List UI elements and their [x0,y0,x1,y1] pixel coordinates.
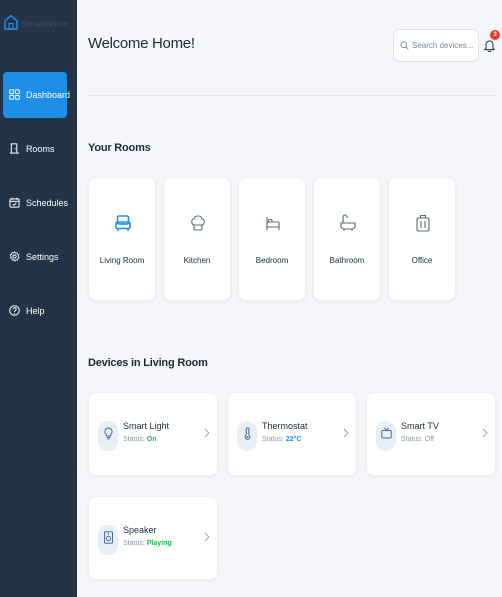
sidebar-item-settings[interactable]: Settings [0,234,77,280]
sidebar-nav: Dashboard Rooms Schedules Settings Help [0,72,77,342]
device-status-value: Off [424,436,434,443]
device-name: Smart Light [123,421,170,431]
speaker-icon [103,531,114,549]
notifications-button[interactable]: 3 [483,30,500,52]
device-card-thermostat[interactable]: Thermostat Status: 22°C [227,392,357,476]
sidebar-item-rooms[interactable]: Rooms [0,126,77,172]
room-card-office[interactable]: Office [388,177,456,301]
device-status: Status: Off [401,436,434,443]
room-card-kitchen[interactable]: Kitchen [163,177,231,301]
chevron-right-icon [204,428,210,438]
brand[interactable]: SmartHome [4,14,68,34]
lightbulb-icon [103,427,114,445]
search-input[interactable] [412,41,478,50]
sidebar-item-dashboard[interactable]: Dashboard [3,72,71,118]
door-icon [9,142,20,156]
device-icon-wrap [376,421,396,451]
home-icon [4,14,18,35]
room-card-living-room[interactable]: Living Room [88,177,156,301]
room-label: Office [411,256,433,265]
calendar-icon [9,197,20,210]
sidebar-item-label: Help [26,306,45,316]
device-status: Status: 22°C [262,436,302,443]
sidebar-item-label: Settings [26,252,59,262]
device-name: Speaker [123,525,157,535]
sidebar-item-label: Schedules [26,198,69,208]
page-title: Welcome Home! [88,35,195,52]
tv-icon [380,427,392,445]
dashboard-icon [9,88,20,102]
search-box[interactable] [393,29,479,62]
chevron-right-icon [343,428,349,438]
header-divider [87,95,496,96]
device-name: Smart TV [401,421,439,431]
device-status: Status: Playing [123,540,172,547]
gear-icon [9,250,20,264]
device-status-value: On [146,436,157,443]
device-card-smart-light[interactable]: Smart Light Status: On [88,392,218,476]
device-card-smart-tv[interactable]: Smart TV Status: Off [366,392,496,476]
device-status: Status: On [123,436,157,443]
thermometer-icon [242,427,253,445]
app-name: SmartHome [22,19,69,29]
device-card-speaker[interactable]: Speaker Status: Playing [88,496,218,580]
room-label: Bedroom [255,256,289,265]
room-label: Kitchen [183,256,211,265]
room-card-bathroom[interactable]: Bathroom [313,177,381,301]
notification-badge: 3 [490,30,500,40]
sidebar-item-label: Dashboard [26,90,71,100]
chevron-right-icon [482,428,488,438]
device-icon-wrap [98,525,118,555]
room-label: Living Room [99,256,145,265]
device-icon-wrap [237,421,257,451]
help-icon [9,304,20,318]
device-status-value: Playing [146,540,172,547]
chevron-right-icon [204,532,210,542]
sidebar-item-label: Rooms [26,144,55,154]
device-icon-wrap [98,421,118,451]
search-icon [400,37,409,55]
rooms-section-title: Your Rooms [88,142,151,154]
sidebar-item-help[interactable]: Help [0,288,77,334]
sidebar: SmartHome Dashboard Rooms Schedules Sett… [0,0,77,597]
device-name: Thermostat [262,421,308,431]
main-content: Welcome Home! 3 Your Rooms Living Room K… [77,0,502,597]
room-card-bedroom[interactable]: Bedroom [238,177,306,301]
devices-section-title: Devices in Living Room [88,357,208,369]
device-status-value: 22°C [285,436,302,443]
sidebar-item-schedules[interactable]: Schedules [0,180,77,226]
room-label: Bathroom [329,256,365,265]
